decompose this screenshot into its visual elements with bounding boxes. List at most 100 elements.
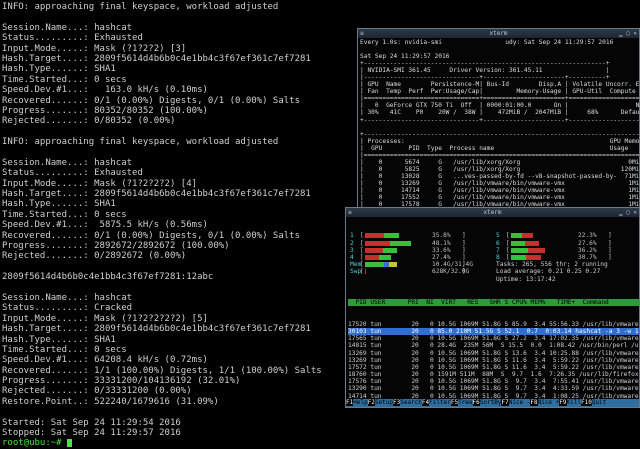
meter-label: 2: [350, 239, 354, 247]
smi-line: | 0 5825 G /usr/lib/xorg/Xorg 120MiB |: [360, 165, 640, 173]
meter-fill: [526, 255, 541, 260]
fkey-f3[interactable]: F3Search: [392, 399, 422, 406]
window-menu-icon[interactable]: ≡: [360, 29, 364, 38]
smi-line: | 0 17552 G /usr/lib/vmware/bin/vmware-v…: [360, 194, 640, 202]
meter-value: 22.3%: [578, 232, 597, 240]
meter-value: 30.7%: [578, 254, 597, 261]
meter-bracket: [: [360, 268, 364, 276]
process-table[interactable]: 17520 tun 20 0 10.5G 1069M 51.8G S 85.9 …: [348, 321, 639, 407]
meter-row: 2 [48.1%]: [350, 240, 485, 247]
smi-line: | Fan Temp Perf Pwr:Usage/Cap| Memory-Us…: [360, 88, 640, 96]
fkey-f1[interactable]: F1Help: [346, 399, 368, 406]
fkey-f7[interactable]: F7Nice -: [501, 399, 530, 406]
meter-row: 7 [36.2%]: [496, 247, 631, 254]
meter-fill: [525, 240, 539, 246]
meter-fill: [511, 240, 525, 246]
meter-bracket: [: [360, 232, 364, 240]
meter-bracket: ]: [608, 254, 612, 261]
smi-line: | 0 5674 G /usr/lib/xorg/Xorg 0MiB |: [360, 158, 640, 166]
fkey-label: Kill: [566, 399, 581, 406]
meter-value: 27.6%: [578, 239, 597, 247]
meter-bracket: [: [506, 254, 510, 261]
process-row[interactable]: 13269 tun 20 0 10.5G 1069M 51.8G S 13.6 …: [348, 350, 639, 357]
meter-label: 1: [350, 232, 354, 240]
htop-uptime-line: Uptime: 13:17:42: [496, 275, 556, 283]
fkey-f5[interactable]: F5Tree: [450, 399, 473, 406]
terminal-line: Stopped: Sat Sep 24 11:29:57 2016: [2, 428, 181, 439]
fkey-label: Setup: [374, 399, 393, 406]
meter-fill: [365, 255, 379, 260]
process-row[interactable]: 17520 tun 20 0 10.5G 1069M 51.8G S 85.9 …: [348, 321, 639, 328]
process-row[interactable]: 17565 tun 20 0 10.5G 1069M 51.8G S 27.2 …: [348, 335, 639, 342]
meter-label: 4: [350, 254, 354, 261]
nvidia-smi-window[interactable]: ≡ xterm ▁ ▢ ✕ Every 1.0s: nvidia-smi udy…: [357, 28, 640, 210]
meter-row: 5 [22.3%]: [496, 232, 631, 239]
smi-line: |===============================+=======…: [360, 95, 640, 103]
fkey-f4[interactable]: F4Filter: [421, 399, 451, 406]
process-table-header[interactable]: PID USER PRI NI VIRT RES SHR S CPU% MEM%…: [348, 299, 639, 307]
meter-fill: [389, 262, 397, 268]
window-controls[interactable]: ▁ ▢ ✕: [619, 208, 637, 217]
htop-load-line: Load average: 0.21 0.25 0.27: [496, 268, 601, 276]
process-row[interactable]: 17572 tun 20 0 10.5G 1069M 51.8G S 11.6 …: [348, 364, 639, 371]
meter-fill: [365, 262, 384, 268]
process-row[interactable]: 18760 tun 20 0 1591M 511M 88M S 9.7 1.6 …: [348, 371, 639, 378]
fkey-label: Filter: [429, 399, 451, 406]
meter-fill: [365, 233, 384, 239]
smi-line: [360, 46, 639, 53]
process-row[interactable]: 17576 tun 20 0 10.5G 1069M 51.8G S 9.7 3…: [348, 378, 639, 385]
meter-fill: [390, 240, 411, 246]
meter-fill: [511, 233, 522, 239]
fkey-label: Tree: [458, 399, 473, 406]
process-row[interactable]: 13269 tun 20 0 10.5G 1069M 51.8G S 11.6 …: [348, 357, 639, 364]
meter-bracket: [: [360, 254, 364, 261]
meter-row: Mem[10.4G/31.4G]: [350, 261, 485, 268]
fkey-label: Nice +: [537, 399, 560, 406]
meter-row: 1 [35.8%]: [350, 232, 485, 239]
window-menu-icon[interactable]: ≡: [348, 208, 352, 217]
fkey-f6[interactable]: F6SortBy: [472, 399, 501, 406]
smi-line: Every 1.0s: nvidia-smi udy: Sat Sep 24 1…: [360, 39, 614, 46]
meter-value: 33.6%: [432, 246, 451, 254]
smi-line: |-------------------------------+-------…: [360, 74, 610, 82]
meter-label: 8: [496, 254, 500, 261]
htop-window[interactable]: ≡ xterm ▁ ▢ ✕ 1 [35.8%] 2 [48.1%] 3 [33.6%] 4 […: [345, 207, 640, 408]
smi-line: [360, 124, 639, 131]
meter-row: 3 [33.6%]: [350, 247, 485, 254]
htop-titlebar[interactable]: ≡ xterm ▁ ▢ ✕: [346, 208, 639, 217]
fkey-key: F10: [580, 399, 592, 406]
window-controls[interactable]: ▁ ▢ ✕: [619, 29, 637, 38]
terminal-line: Started: Sat Sep 24 11:29:54 2016: [2, 417, 181, 428]
prompt-text: root@ubu:~#: [2, 438, 68, 449]
fkey-key: F5: [450, 399, 459, 406]
meter-value: 27.4%: [432, 254, 451, 261]
meter-value: 36.2%: [578, 246, 597, 254]
fkey-label: Quit: [591, 399, 607, 406]
meter-bracket: [: [506, 239, 510, 247]
fkey-f10[interactable]: F10Quit: [580, 399, 607, 406]
terminal-prompt[interactable]: root@ubu:~#: [2, 438, 640, 448]
fkey-f9[interactable]: F9Kill: [559, 399, 581, 406]
fkey-f2[interactable]: F2Setup: [367, 399, 393, 406]
meter-value: 10.4G/31.4G: [432, 261, 473, 269]
meter-bracket: [: [506, 246, 510, 254]
meter-fill: [365, 240, 390, 246]
smi-line: |=======================================…: [360, 151, 640, 159]
fkey-key: F7: [501, 399, 509, 406]
meter-row: Swp[628K/32.0G]: [350, 268, 485, 275]
smi-titlebar[interactable]: ≡ xterm ▁ ▢ ✕: [358, 29, 639, 38]
meter-value: 35.8%: [432, 232, 451, 240]
terminal-line: INFO: approaching final keyspace, worklo…: [2, 2, 279, 12]
smi-line: | Processes: GPU Memory |: [360, 137, 640, 145]
meter-bracket: [: [360, 239, 364, 247]
fkey-label: Search: [400, 399, 422, 406]
fkey-f8[interactable]: F8Nice +: [530, 399, 559, 406]
meter-bracket: ]: [462, 232, 466, 240]
htop-function-keys[interactable]: F1HelpF2SetupF3SearchF4FilterF5TreeF6Sor…: [346, 399, 639, 407]
process-row[interactable]: 13290 tun 20 0 10.5G 1069M 51.8G S 9.7 3…: [348, 385, 639, 392]
process-row[interactable]: 14815 tun 20 0 28.4G 235M 56M S 15.5 0.0…: [348, 342, 639, 349]
process-row[interactable]: 30103 tun 20 0 85.0 210M 51.5G S 52.1 0.…: [348, 327, 639, 336]
smi-line: | 0 13028 G ...ves-passed-by-fd --v8-sna…: [360, 172, 640, 180]
smi-window-title: xterm: [489, 30, 508, 37]
